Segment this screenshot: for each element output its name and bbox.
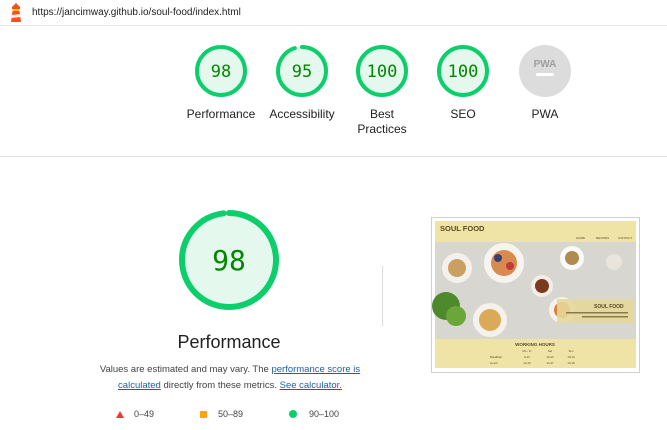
- score-gauge-ring: 95: [276, 45, 328, 97]
- page-screenshot-thumbnail[interactable]: SOUL FOOD HOME RECIPES CONTACT SOUL FOOD: [431, 217, 640, 373]
- legend-label: 90–100: [309, 409, 340, 419]
- performance-score: 98: [212, 244, 246, 277]
- pwa-badge-icon: PWA: [519, 45, 571, 97]
- screenshot-time: 14-17: [546, 361, 554, 365]
- legend-label: 50–89: [218, 409, 244, 419]
- report-url[interactable]: https://jancimway.github.io/soul-food/in…: [32, 7, 241, 18]
- score-scale-legend: 0–49 50–89 90–100: [112, 409, 372, 423]
- triangle-icon: [116, 411, 124, 418]
- score-gauge-ring: 98: [195, 45, 247, 97]
- legend-pass: 90–100: [289, 409, 339, 419]
- screenshot-time: 14-18: [567, 361, 575, 365]
- screenshot-day: Sat: [548, 349, 552, 353]
- screenshot-image: SOUL FOOD HOME RECIPES CONTACT SOUL FOOD: [432, 218, 639, 372]
- circle-icon: [289, 410, 297, 418]
- see-calculator-link[interactable]: See calculator.: [280, 380, 342, 391]
- gauge-label: Accessibility: [269, 107, 335, 121]
- screenshot-time: 10-14: [567, 355, 575, 359]
- screenshot-overlay-title: SOUL FOOD: [594, 304, 624, 310]
- screenshot-hours-title: WORKING HOURS: [515, 342, 555, 347]
- vertical-divider: [382, 266, 383, 326]
- score-gauge-ring: 100: [437, 45, 489, 97]
- category-summary: 98 Performance 95 Accessibility 100 Best…: [0, 26, 667, 157]
- screenshot-nav-item: CONTACT: [618, 236, 632, 240]
- screenshot-nav-item: HOME: [576, 236, 585, 240]
- performance-description: Values are estimated and may vary. The p…: [90, 362, 370, 394]
- description-text: Values are estimated and may vary. The: [99, 364, 272, 375]
- gauge-score: 95: [292, 62, 312, 82]
- screenshot-day: Mo - Fr: [522, 349, 531, 353]
- screenshot-meal: Breakfast: [490, 355, 502, 359]
- gauge-pwa[interactable]: PWA PWA: [505, 43, 585, 122]
- gauge-label: PWA: [531, 107, 559, 121]
- gauge-label: Performance: [186, 107, 256, 121]
- performance-section: 98 Performance Values are estimated and …: [0, 156, 667, 430]
- report-toolbar: https://jancimway.github.io/soul-food/in…: [0, 0, 667, 26]
- gauge-performance[interactable]: 98 Performance: [181, 43, 261, 122]
- gauge-score: 100: [367, 62, 398, 82]
- screenshot-brand: SOUL FOOD: [440, 224, 485, 233]
- gauge-seo[interactable]: 100 SEO: [423, 43, 503, 122]
- performance-title: Performance: [177, 332, 281, 352]
- gauge-best-practices[interactable]: 100 Best Practices: [342, 43, 422, 137]
- screenshot-time: 12-16: [523, 361, 531, 365]
- screenshot-meal: Lunch: [490, 361, 498, 365]
- description-text: directly from these metrics.: [160, 380, 280, 391]
- legend-label: 0–49: [134, 409, 155, 419]
- screenshot-time: 10-13: [546, 355, 554, 359]
- gauge-label: SEO: [450, 107, 476, 121]
- legend-average: 50–89: [200, 409, 243, 419]
- lighthouse-logo-icon: [11, 3, 21, 22]
- gauge-label: Best Practices: [357, 107, 407, 136]
- screenshot-day: Sun: [569, 349, 574, 353]
- score-gauge-ring: 100: [356, 45, 408, 97]
- pwa-badge-text: PWA: [534, 59, 557, 70]
- performance-gauge: 98: [179, 210, 279, 310]
- gauge-accessibility[interactable]: 95 Accessibility: [262, 43, 342, 122]
- square-icon: [200, 411, 207, 418]
- screenshot-time: 9-12: [524, 355, 530, 359]
- legend-fail: 0–49: [116, 409, 154, 419]
- screenshot-nav-item: RECIPES: [596, 236, 609, 240]
- gauge-score: 98: [211, 62, 231, 82]
- gauge-score: 100: [448, 62, 479, 82]
